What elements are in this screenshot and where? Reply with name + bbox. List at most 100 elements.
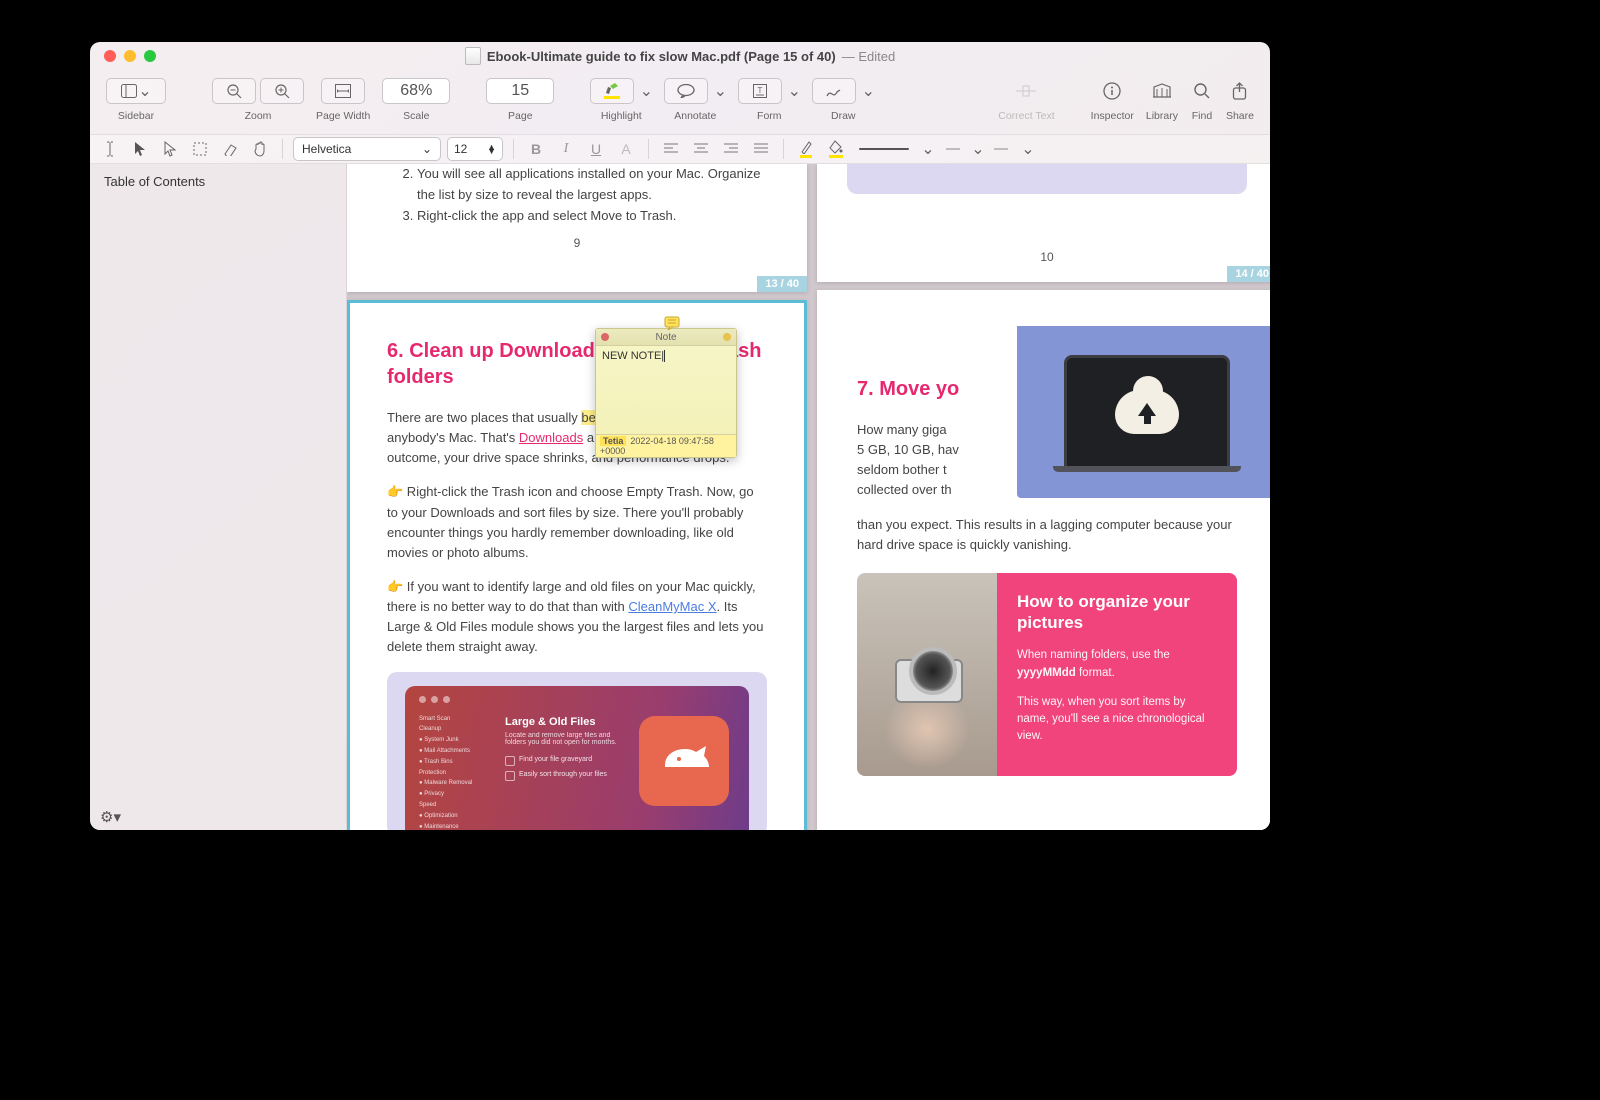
paragraph: 👉 If you want to identify large and old …: [387, 577, 767, 658]
separator: [513, 139, 514, 159]
page-thumb-14[interactable]: 10 14 / 40: [817, 164, 1270, 282]
highlight-chevron-down-icon[interactable]: ⌄: [640, 85, 652, 97]
list-item: Right-click the app and select Move to T…: [417, 206, 767, 227]
pen-color-button[interactable]: [794, 138, 818, 160]
minimize-window-button[interactable]: [124, 50, 136, 62]
line-start-button[interactable]: [940, 138, 964, 160]
chevron-down-icon: ⌄: [139, 85, 151, 97]
sidebar-group: ⌄ Sidebar: [106, 76, 166, 122]
close-window-button[interactable]: [104, 50, 116, 62]
highlight-label: Highlight: [601, 110, 642, 122]
note-anchor-icon[interactable]: [663, 315, 683, 331]
sticky-title: Note: [655, 332, 676, 343]
pointer-outline-tool[interactable]: [158, 138, 182, 160]
zoom-out-button[interactable]: [212, 78, 256, 104]
correct-text-group: Correct Text: [998, 76, 1054, 122]
format-toolbar: Helvetica⌄ 12▲▼ B I U A ⌄ ⌄ ⌄: [90, 134, 1270, 164]
font-size-select[interactable]: 12▲▼: [447, 137, 503, 161]
inspector-button[interactable]: [1100, 80, 1124, 102]
sticky-min-icon[interactable]: [723, 333, 731, 341]
body: Table of Contents ⚙︎▾ You will see all a…: [90, 164, 1270, 830]
font-select[interactable]: Helvetica⌄: [293, 137, 441, 161]
stroke-chevron-down-icon[interactable]: ⌄: [922, 143, 934, 155]
align-center-button[interactable]: [689, 138, 713, 160]
inspector-label: Inspector: [1091, 110, 1134, 122]
find-button[interactable]: [1190, 80, 1214, 102]
draw-group: ⌄ Draw: [812, 76, 874, 122]
annotate-chevron-down-icon[interactable]: ⌄: [714, 85, 726, 97]
inspector-group: Inspector: [1091, 76, 1134, 122]
align-justify-button[interactable]: [749, 138, 773, 160]
stroke-style-button[interactable]: [854, 138, 914, 160]
gear-icon[interactable]: ⚙︎▾: [100, 808, 121, 826]
align-right-button[interactable]: [719, 138, 743, 160]
cleanmymac-link[interactable]: CleanMyMac X: [628, 599, 716, 614]
marquee-tool[interactable]: [188, 138, 212, 160]
tip-paragraph: When naming folders, use the yyyyMMdd fo…: [1017, 647, 1217, 682]
line-start-chevron-down-icon[interactable]: ⌄: [972, 143, 984, 155]
sidebar-body[interactable]: [90, 199, 346, 804]
underline-button[interactable]: U: [584, 138, 608, 160]
page-thumb-13[interactable]: You will see all applications installed …: [347, 164, 807, 292]
sticky-note[interactable]: Note NEW NOTE| Tetia2022-04-18 09:47:58 …: [595, 328, 737, 458]
page-group: 15 Page: [486, 76, 554, 122]
page-width-button[interactable]: [321, 78, 365, 104]
line-end-button[interactable]: [990, 138, 1014, 160]
sidebar-button[interactable]: ⌄: [106, 78, 166, 104]
align-left-button[interactable]: [659, 138, 683, 160]
tip-heading: How to organize your pictures: [1017, 591, 1217, 634]
annotate-label: Annotate: [674, 110, 716, 122]
stepper-icon: ▲▼: [487, 145, 496, 154]
document-canvas[interactable]: You will see all applications installed …: [347, 164, 1270, 830]
page-number: 9: [387, 226, 767, 256]
downloads-link[interactable]: Downloads: [519, 430, 583, 445]
page-thumb-15[interactable]: 6. Clean up Downloads, Mail, and Trash f…: [347, 300, 807, 830]
window-title-text: Ebook-Ultimate guide to fix slow Mac.pdf…: [487, 49, 836, 64]
sidebar-heading: Table of Contents: [90, 164, 346, 199]
fill-color-button[interactable]: [824, 138, 848, 160]
scale-label: Scale: [403, 110, 429, 122]
page-field[interactable]: 15: [486, 78, 554, 104]
paragraph: than you expect. This results in a laggi…: [857, 515, 1237, 555]
sticky-note-body[interactable]: NEW NOTE|: [596, 346, 736, 434]
separator: [648, 139, 649, 159]
annotate-group: ⌄ Annotate: [664, 76, 726, 122]
eraser-tool[interactable]: [218, 138, 242, 160]
form-label: Form: [757, 110, 782, 122]
text-color-button[interactable]: A: [614, 138, 638, 160]
page-column-left: You will see all applications installed …: [347, 164, 807, 830]
sticky-note-header[interactable]: Note: [596, 329, 736, 346]
text-cursor-tool[interactable]: [98, 138, 122, 160]
sticky-close-icon[interactable]: [601, 333, 609, 341]
form-chevron-down-icon[interactable]: ⌄: [788, 85, 800, 97]
share-label: Share: [1226, 110, 1254, 122]
page-thumb-16[interactable]: 7. Move yo How many giga 5 GB, 10 GB, ha…: [817, 290, 1270, 830]
scale-value: 68%: [400, 82, 432, 100]
share-button[interactable]: [1228, 80, 1252, 102]
camera-photo: [857, 573, 997, 776]
edited-label: — Edited: [842, 49, 895, 64]
chevron-down-icon: ⌄: [422, 142, 432, 156]
library-button[interactable]: [1150, 80, 1174, 102]
hand-tool[interactable]: [248, 138, 272, 160]
draw-chevron-down-icon[interactable]: ⌄: [862, 85, 874, 97]
zoom-label: Zoom: [245, 110, 272, 122]
line-end-chevron-down-icon[interactable]: ⌄: [1022, 143, 1034, 155]
page-value: 15: [511, 82, 529, 100]
highlight-button[interactable]: [590, 78, 634, 104]
zoom-in-button[interactable]: [260, 78, 304, 104]
page-badge: 13 / 40: [757, 276, 807, 292]
draw-button[interactable]: [812, 78, 856, 104]
section-heading: 7. Move yo: [857, 376, 1237, 402]
zoom-window-button[interactable]: [144, 50, 156, 62]
form-button[interactable]: T: [738, 78, 782, 104]
pointing-hand-icon: 👉: [387, 484, 403, 499]
bold-button[interactable]: B: [524, 138, 548, 160]
pointer-tool[interactable]: [128, 138, 152, 160]
scale-field[interactable]: 68%: [382, 78, 450, 104]
app-row: Easily sort through your files: [505, 771, 619, 778]
annotate-button[interactable]: [664, 78, 708, 104]
app-sidebar: Smart ScanCleanup● System Junk● Mail Att…: [419, 714, 489, 830]
find-label: Find: [1192, 110, 1212, 122]
italic-button[interactable]: I: [554, 138, 578, 160]
